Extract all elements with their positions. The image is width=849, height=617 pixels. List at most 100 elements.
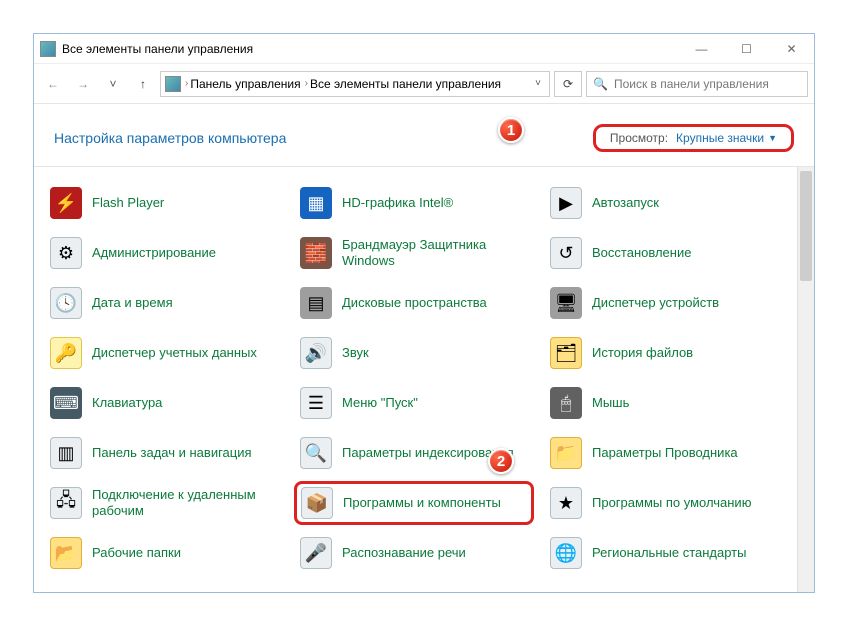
item-label: Flash Player [92,195,164,211]
programs-features-icon: 📦 [301,487,333,519]
close-button[interactable]: ✕ [769,35,814,63]
cp-item-regional[interactable]: 🌐 Региональные стандарты [544,531,784,575]
item-label: Подключение к удаленным рабочим [92,487,278,518]
breadcrumb-label: Все элементы панели управления [310,77,501,91]
refresh-button[interactable]: ⟳ [554,71,582,97]
breadcrumb-label: Панель управления [190,77,300,91]
item-label: Программы и компоненты [343,495,501,511]
intel-hd-icon: ▦ [300,187,332,219]
flash-player-icon: ⚡ [50,187,82,219]
cp-item-autoplay[interactable]: ▶Автозапуск [544,181,784,225]
cp-item-credential-mgr[interactable]: 🔑 Диспетчер учетных данных [44,331,284,375]
control-panel-window: Все элементы панели управления — ☐ ✕ ← →… [33,33,815,593]
file-history-icon: 🗂 [550,337,582,369]
item-label: Диспетчер учетных данных [92,345,257,361]
cp-item-device-manager[interactable]: 🖥 Диспетчер устройств [544,281,784,325]
item-label: Диспетчер устройств [592,295,719,311]
scrollbar-thumb[interactable] [800,171,812,281]
cp-item-mouse[interactable]: 🖱 Мышь [544,381,784,425]
breadcrumb-segment-0[interactable]: › Панель управления [185,77,301,91]
explorer-options-icon: 📁 [550,437,582,469]
cp-item-flash-player[interactable]: ⚡ Flash Player [44,181,284,225]
storage-spaces-icon: ▤ [300,287,332,319]
item-label: Программы по умолчанию [592,495,751,511]
view-by-label: Просмотр: [610,131,668,145]
cp-item-sound[interactable]: 🔊Звук [294,331,534,375]
search-icon: 🔍 [593,77,608,91]
search-input[interactable]: 🔍 Поиск в панели управления [586,71,808,97]
item-label: Звук [342,345,369,361]
cp-item-work-folders[interactable]: 📂Рабочие папки [44,531,284,575]
item-label: Меню "Пуск" [342,395,418,411]
cp-item-keyboard[interactable]: ⌨ Клавиатура [44,381,284,425]
window-title: Все элементы панели управления [62,42,253,56]
date-time-icon: 🕓 [50,287,82,319]
navigation-bar: ← → ˅ ↑ › Панель управления › Все элемен… [34,64,814,104]
view-by-value[interactable]: Крупные значки ▼ [676,131,777,145]
mouse-icon: 🖱 [550,387,582,419]
item-label: HD-графика Intel® [342,195,453,211]
indexing-icon: 🔍 [300,437,332,469]
default-programs-icon: ★ [550,487,582,519]
recovery-icon: ↺ [550,237,582,269]
address-icon [165,76,181,92]
content-area: ⚡ Flash Player ▦ HD-графика Intel® ▶Автозапу… [34,166,814,592]
titlebar: Все элементы панели управления — ☐ ✕ [34,34,814,64]
vertical-scrollbar[interactable] [797,167,814,592]
address-dropdown[interactable]: ˅ [531,78,545,89]
search-placeholder: Поиск в панели управления [614,77,769,91]
item-label: История файлов [592,345,693,361]
remote-desktop-icon: 🖧 [50,487,82,519]
up-dir-button[interactable]: ↑ [130,71,156,97]
cp-item-speech[interactable]: 🎤Распознавание речи [294,531,534,575]
item-label: Региональные стандарты [592,545,746,561]
cp-item-explorer-options[interactable]: 📁 Параметры Проводника [544,431,784,475]
cp-item-programs-features[interactable]: 📦 Программы и компоненты [294,481,534,525]
taskbar-nav-icon: ▥ [50,437,82,469]
back-button[interactable]: ← [40,71,66,97]
start-menu-icon: ☰ [300,387,332,419]
administration-icon: ⚙ [50,237,82,269]
maximize-button[interactable]: ☐ [724,35,769,63]
item-label: Дисковые пространства [342,295,487,311]
cp-item-remote-desktop[interactable]: 🖧 Подключение к удаленным рабочим [44,481,284,525]
annotation-badge-1: 1 [498,117,524,143]
cp-item-administration[interactable]: ⚙ Администрирование [44,231,284,275]
keyboard-icon: ⌨ [50,387,82,419]
chevron-right-icon: › [305,78,308,89]
forward-button[interactable]: → [70,71,96,97]
cp-item-storage-spaces[interactable]: ▤ Дисковые пространства [294,281,534,325]
sub-header: Настройка параметров компьютера Просмотр… [34,104,814,166]
chevron-down-icon: ▼ [768,133,777,143]
items-grid: ⚡ Flash Player ▦ HD-графика Intel® ▶Автозапу… [44,181,804,575]
device-manager-icon: 🖥 [550,287,582,319]
credential-mgr-icon: 🔑 [50,337,82,369]
address-bar[interactable]: › Панель управления › Все элементы панел… [160,71,550,97]
item-label: Распознавание речи [342,545,466,561]
firewall-icon: 🧱 [300,237,332,269]
cp-item-taskbar-nav[interactable]: ▥Панель задач и навигация [44,431,284,475]
cp-item-date-time[interactable]: 🕓 Дата и время [44,281,284,325]
window-controls: — ☐ ✕ [679,35,814,63]
cp-item-default-programs[interactable]: ★ Программы по умолчанию [544,481,784,525]
minimize-button[interactable]: — [679,35,724,63]
item-label: Мышь [592,395,629,411]
annotation-badge-2: 2 [488,448,514,474]
item-label: Администрирование [92,245,216,261]
item-label: Восстановление [592,245,691,261]
cp-item-recovery[interactable]: ↺ Восстановление [544,231,784,275]
page-title: Настройка параметров компьютера [54,130,286,146]
item-label: Автозапуск [592,195,659,211]
view-by-control[interactable]: Просмотр: Крупные значки ▼ [593,124,794,152]
breadcrumb-segment-1[interactable]: › Все элементы панели управления [305,77,501,91]
item-label: Дата и время [92,295,173,311]
item-label: Параметры Проводника [592,445,738,461]
chevron-right-icon: › [185,78,188,89]
item-label: Клавиатура [92,395,162,411]
cp-item-file-history[interactable]: 🗂 История файлов [544,331,784,375]
cp-item-start-menu[interactable]: ☰ Меню "Пуск" [294,381,534,425]
cp-item-firewall[interactable]: 🧱Брандмауэр Защитника Windows [294,231,534,275]
regional-icon: 🌐 [550,537,582,569]
cp-item-intel-hd[interactable]: ▦ HD-графика Intel® [294,181,534,225]
up-button[interactable]: ˅ [100,71,126,97]
